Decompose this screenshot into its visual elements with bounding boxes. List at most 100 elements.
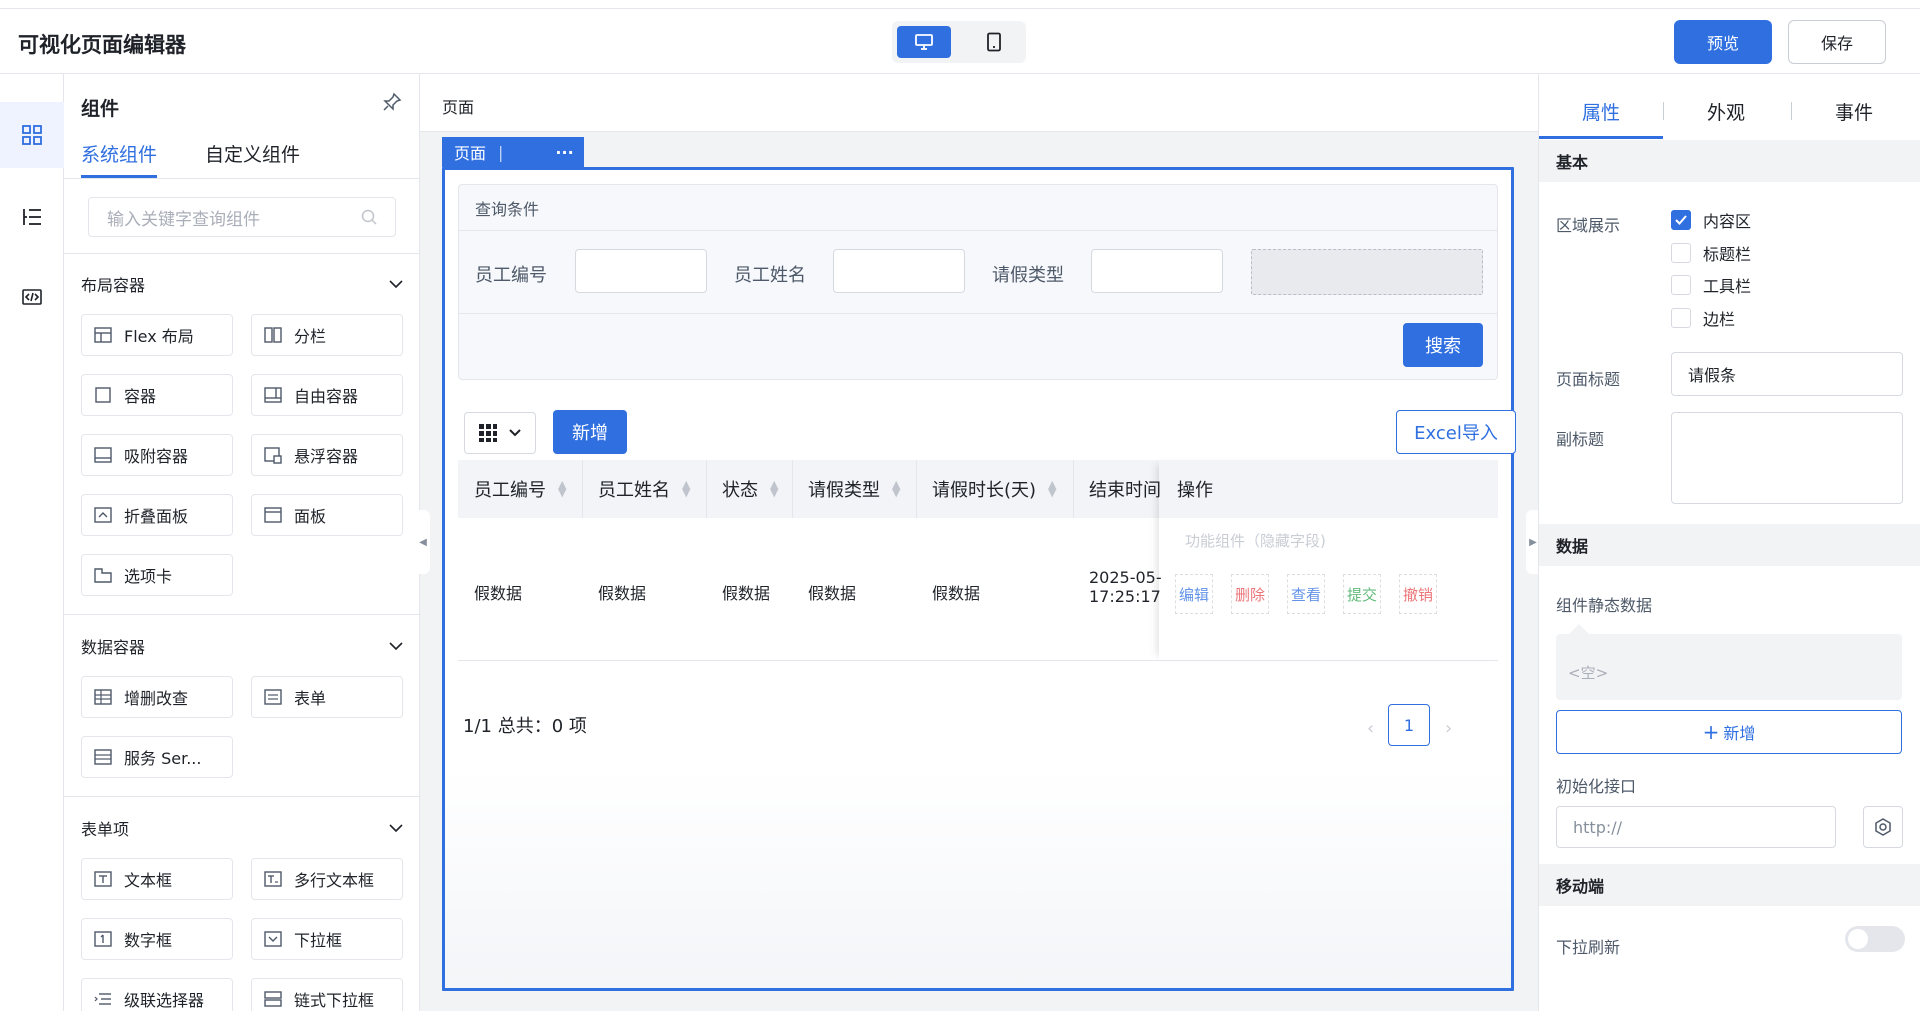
tab-events[interactable]: 事件 [1792, 98, 1916, 125]
component-tabs[interactable]: 选项卡 [81, 554, 233, 596]
sort-icon[interactable]: ▲ ▼ [558, 479, 566, 498]
more-icon[interactable]: ··· [555, 143, 573, 162]
checkbox-content-area[interactable]: 内容区 [1671, 208, 1751, 232]
container-icon [94, 386, 112, 404]
revoke-action[interactable]: 撤销 [1399, 574, 1437, 614]
submit-action[interactable]: 提交 [1343, 574, 1381, 614]
checkbox-title-bar[interactable]: 标题栏 [1671, 241, 1751, 265]
collapse-left-panel-handle[interactable]: ◀ [416, 510, 430, 574]
subtitle-label: 副标题 [1556, 430, 1605, 449]
pager-summary: 1/1 总共：0 项 [463, 716, 587, 737]
query-panel: 查询条件 员工编号 员工姓名 请假类型 搜索 [458, 184, 1498, 380]
free-container-icon [264, 386, 282, 404]
query-input-employee-name[interactable] [833, 249, 965, 293]
page-frame[interactable]: 查询条件 员工编号 员工姓名 请假类型 搜索 新增 Excel导入 员工编号 ▲ ▼… [442, 167, 1516, 991]
pin-icon[interactable] [382, 92, 402, 112]
add-static-data-button[interactable]: + 新增 [1556, 710, 1902, 754]
rail-code[interactable] [0, 264, 64, 330]
select-icon [264, 930, 282, 948]
checkbox-sidebar[interactable]: 边栏 [1671, 306, 1735, 330]
static-data-box: <空> [1556, 634, 1902, 700]
column-settings-button[interactable] [464, 412, 536, 454]
panel-title: 组件 [81, 98, 120, 120]
preview-button[interactable]: 预览 [1674, 20, 1772, 64]
query-input-leave-type[interactable] [1091, 249, 1223, 293]
api-settings-button[interactable] [1863, 806, 1903, 848]
pager-next-icon[interactable]: › [1445, 718, 1452, 739]
tablet-view-button[interactable] [967, 26, 1021, 58]
component-panel[interactable]: 面板 [251, 494, 403, 536]
actions-column-shadow [1159, 460, 1498, 660]
delete-action[interactable]: 删除 [1231, 574, 1269, 614]
tab-system-components[interactable]: 系统组件 [81, 140, 158, 178]
checkbox-toolbar[interactable]: 工具栏 [1671, 273, 1751, 297]
number-input-icon [94, 930, 112, 948]
column-header[interactable]: 请假时长(天) ▲ ▼ [916, 460, 1073, 518]
component-container[interactable]: 容器 [81, 374, 233, 416]
chevron-down-icon [389, 280, 403, 289]
canvas-title: 页面 [442, 98, 475, 117]
column-header[interactable]: 结束时间 [1073, 460, 1161, 518]
canvas-header: 页面 [420, 74, 1538, 132]
rail-outline[interactable] [0, 184, 64, 250]
sort-icon[interactable]: ▲ ▼ [1048, 479, 1056, 498]
page-empty-area [445, 770, 1511, 988]
query-input-employee-id[interactable] [575, 249, 707, 293]
page-selection-tag[interactable]: 页面 | ··· [442, 137, 584, 167]
component-flex-layout[interactable]: Flex 布局 [81, 314, 233, 356]
page-title-input[interactable]: 请假条 [1671, 352, 1903, 396]
component-columns[interactable]: 分栏 [251, 314, 403, 356]
section-mobile: 移动端 [1539, 864, 1920, 906]
desktop-view-button[interactable] [897, 26, 951, 58]
component-textarea[interactable]: 多行文本框 [251, 858, 403, 900]
column-header[interactable]: 员工编号 ▲ ▼ [458, 460, 582, 518]
add-button[interactable]: 新增 [553, 410, 627, 454]
cascader-icon [94, 990, 112, 1008]
view-action[interactable]: 查看 [1287, 574, 1325, 614]
component-sticky-container[interactable]: 吸附容器 [81, 434, 233, 476]
properties-panel: 属性 外观 事件 基本 区域展示 内容区 标题栏 工具栏 边栏 页面标题 请假条… [1538, 74, 1920, 1011]
tab-appearance[interactable]: 外观 [1664, 98, 1788, 125]
excel-import-button[interactable]: Excel导入 [1396, 410, 1516, 454]
component-floating-container[interactable]: 悬浮容器 [251, 434, 403, 476]
init-api-input[interactable]: http:// [1556, 806, 1836, 848]
section-data-header[interactable]: 数据容器 [81, 634, 403, 658]
page-title-label: 页面标题 [1556, 370, 1621, 389]
column-header[interactable]: 状态 ▲ ▼ [706, 460, 792, 518]
component-chained-select[interactable]: 链式下拉框 [251, 978, 403, 1011]
component-free-container[interactable]: 自由容器 [251, 374, 403, 416]
edit-action[interactable]: 编辑 [1175, 574, 1213, 614]
tab-properties[interactable]: 属性 [1539, 98, 1663, 125]
pull-refresh-toggle[interactable] [1845, 926, 1905, 952]
component-cascader[interactable]: 级联选择器 [81, 978, 233, 1011]
tab-custom-components[interactable]: 自定义组件 [205, 140, 300, 175]
sort-icon[interactable]: ▲ ▼ [770, 479, 778, 498]
collapse-panel-icon [94, 506, 112, 524]
component-collapse-panel[interactable]: 折叠面板 [81, 494, 233, 536]
sort-icon[interactable]: ▲ ▼ [682, 479, 690, 498]
columns-icon [264, 326, 282, 344]
component-service[interactable]: 服务 Ser... [81, 736, 233, 778]
sort-icon[interactable]: ▲ ▼ [892, 479, 900, 498]
component-number-input[interactable]: 数字框 [81, 918, 233, 960]
column-header[interactable]: 请假类型 ▲ ▼ [792, 460, 916, 518]
component-form[interactable]: 表单 [251, 676, 403, 718]
code-icon [22, 289, 42, 305]
component-crud[interactable]: 增删改查 [81, 676, 233, 718]
column-header[interactable]: 员工姓名 ▲ ▼ [582, 460, 706, 518]
component-search-input[interactable]: 输入关键字查询组件 [88, 197, 396, 237]
grid-dots-icon [479, 424, 497, 442]
search-button[interactable]: 搜索 [1403, 323, 1483, 367]
subtitle-textarea[interactable] [1671, 412, 1903, 504]
section-form-items-header[interactable]: 表单项 [81, 816, 403, 840]
pager-page-button[interactable]: 1 [1388, 704, 1430, 746]
divider [459, 313, 1497, 314]
checkbox-box [1671, 308, 1691, 328]
rail-components[interactable] [0, 102, 64, 168]
pager-prev-icon[interactable]: ‹ [1367, 718, 1374, 739]
desktop-icon [915, 34, 933, 50]
save-button[interactable]: 保存 [1788, 20, 1886, 64]
component-text-input[interactable]: 文本框 [81, 858, 233, 900]
component-select[interactable]: 下拉框 [251, 918, 403, 960]
section-layout-header[interactable]: 布局容器 [81, 272, 403, 296]
